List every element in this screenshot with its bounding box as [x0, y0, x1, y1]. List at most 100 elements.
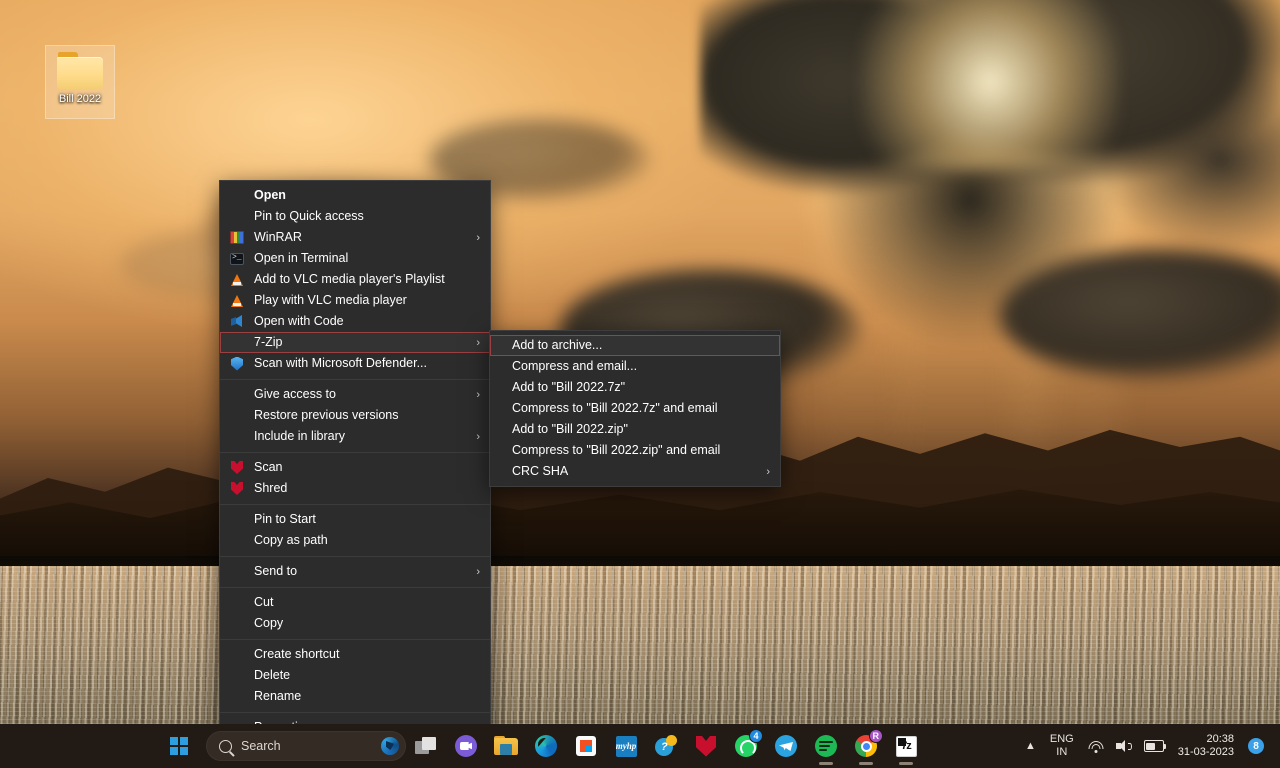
taskbar-icon-task-view[interactable]	[406, 724, 446, 768]
taskbar-icon-mcafee[interactable]	[686, 724, 726, 768]
menu-item-icon-slot	[228, 481, 246, 497]
menu-separator	[220, 639, 490, 640]
taskbar-icon-whatsapp[interactable]: 4	[726, 724, 766, 768]
menu-item-label: Create shortcut	[254, 647, 340, 662]
taskbar-app-icons: my hp ? 4 R 7z	[406, 724, 926, 768]
context-menu-item-cut[interactable]: Cut	[220, 592, 490, 613]
taskbar-icon-7-zip[interactable]: 7z	[886, 724, 926, 768]
context-menu-item-include-in-library[interactable]: Include in library ›	[220, 426, 490, 447]
network-button[interactable]	[1082, 724, 1110, 768]
context-menu-item-play-with-vlc-media-player[interactable]: Play with VLC media player	[220, 290, 490, 311]
menu-item-icon-slot	[228, 272, 246, 288]
taskbar-icon-google-chrome[interactable]: R	[846, 724, 886, 768]
context-menu-item-give-access-to[interactable]: Give access to ›	[220, 384, 490, 405]
desktop-icon-bill-2022[interactable]: Bill 2022	[45, 45, 115, 119]
taskbar-icon-hp-support-assistant[interactable]: ?	[646, 724, 686, 768]
language-line1: ENG	[1049, 733, 1074, 746]
context-menu-item-add-to-vlc-media-player-s-playlist[interactable]: Add to VLC media player's Playlist	[220, 269, 490, 290]
menu-item-icon-slot	[228, 314, 246, 330]
taskbar-icon-telegram[interactable]	[766, 724, 806, 768]
search-input[interactable]: Search	[206, 731, 406, 761]
context-menu-item-send-to[interactable]: Send to ›	[220, 561, 490, 582]
context-menu-item-7-zip[interactable]: 7-Zip ›	[220, 332, 490, 353]
context-menu-item-restore-previous-versions[interactable]: Restore previous versions	[220, 405, 490, 426]
volume-button[interactable]	[1110, 724, 1138, 768]
folder-icon	[57, 52, 103, 89]
menu-item-label: CRC SHA	[512, 464, 569, 479]
7zip-menu-item-compress-to-bill-2022-zip-and-email[interactable]: Compress to "Bill 2022.zip" and email	[490, 440, 780, 461]
menu-item-label: Copy as path	[254, 533, 328, 548]
context-menu-item-open-with-code[interactable]: Open with Code	[220, 311, 490, 332]
context-menu-item-pin-to-start[interactable]: Pin to Start	[220, 509, 490, 530]
clock[interactable]: 20:38 31-03-2023	[1170, 733, 1242, 759]
7zip-menu-item-add-to-archive[interactable]: Add to archive...	[490, 335, 780, 356]
battery-button[interactable]	[1138, 724, 1170, 768]
mcafee-icon	[696, 735, 716, 757]
menu-item-icon-slot	[228, 647, 246, 663]
7zip-menu-item-crc-sha[interactable]: CRC SHA ›	[490, 461, 780, 482]
language-line2: IN	[1056, 746, 1068, 758]
7zip-menu-item-compress-to-bill-2022-7z-and-email[interactable]: Compress to "Bill 2022.7z" and email	[490, 398, 780, 419]
menu-item-icon-slot	[228, 293, 246, 309]
desktop-icon-label: Bill 2022	[58, 93, 102, 105]
context-menu-item-winrar[interactable]: WinRAR ›	[220, 227, 490, 248]
context-menu-item-rename[interactable]: Rename	[220, 686, 490, 707]
search-placeholder: Search	[241, 739, 281, 753]
taskbar-icon-microsoft-edge[interactable]	[526, 724, 566, 768]
menu-item-icon-slot	[228, 460, 246, 476]
menu-item-icon-slot	[228, 408, 246, 424]
menu-item-label: Add to archive...	[512, 338, 603, 353]
wifi-icon	[1088, 740, 1104, 753]
context-menu-item-delete[interactable]: Delete	[220, 665, 490, 686]
menu-item-icon-slot	[228, 230, 246, 246]
7zip-submenu[interactable]: Add to archive... Compress and email... Ad…	[489, 330, 781, 487]
context-menu-item-copy-as-path[interactable]: Copy as path	[220, 530, 490, 551]
taskbar-icon-file-explorer[interactable]	[486, 724, 526, 768]
running-indicator	[819, 762, 833, 765]
context-menu[interactable]: Open Pin to Quick access WinRAR › Open in Te…	[219, 180, 491, 743]
context-menu-item-pin-to-quick-access[interactable]: Pin to Quick access	[220, 206, 490, 227]
menu-item-label: Include in library	[254, 429, 346, 444]
menu-item-icon-slot	[228, 595, 246, 611]
taskbar-icon-microsoft-teams[interactable]	[446, 724, 486, 768]
menu-item-label: Add to VLC media player's Playlist	[254, 272, 445, 287]
battery-icon	[1143, 740, 1167, 752]
vlc-icon	[231, 294, 243, 307]
menu-item-label: Restore previous versions	[254, 408, 399, 423]
menu-separator	[220, 379, 490, 380]
copilot-icon[interactable]	[381, 737, 399, 755]
taskbar-icon-microsoft-store[interactable]	[566, 724, 606, 768]
search-icon	[219, 739, 232, 753]
hp-support-icon: ?	[655, 735, 677, 757]
menu-item-label: Open with Code	[254, 314, 344, 329]
context-menu-item-create-shortcut[interactable]: Create shortcut	[220, 644, 490, 665]
context-menu-item-scan[interactable]: Scan	[220, 457, 490, 478]
context-menu-item-shred[interactable]: Shred	[220, 478, 490, 499]
chrome-badge: R	[868, 729, 883, 743]
show-hidden-icons-button[interactable]: ▲	[1019, 724, 1042, 768]
taskbar: Search my hp ? 4 R 7z ▲ ENG IN 20:38 31-…	[0, 724, 1280, 768]
menu-separator	[220, 712, 490, 713]
menu-item-label: 7-Zip	[254, 335, 283, 350]
context-menu-item-open[interactable]: Open	[220, 185, 490, 206]
vlc-icon	[231, 273, 243, 286]
menu-item-label: Delete	[254, 668, 291, 683]
desktop-screen: Bill 2022 Open Pin to Quick access WinRAR ›…	[0, 0, 1280, 768]
7zip-menu-item-add-to-bill-2022-zip[interactable]: Add to "Bill 2022.zip"	[490, 419, 780, 440]
context-menu-item-open-in-terminal[interactable]: Open in Terminal	[220, 248, 490, 269]
menu-item-label: Add to "Bill 2022.zip"	[512, 422, 628, 437]
menu-item-label: WinRAR	[254, 230, 302, 245]
7zip-menu-item-compress-and-email[interactable]: Compress and email...	[490, 356, 780, 377]
defender-shield-icon	[231, 356, 243, 371]
language-indicator[interactable]: ENG IN	[1042, 733, 1082, 758]
taskbar-icon-spotify[interactable]	[806, 724, 846, 768]
menu-item-label: Send to	[254, 564, 298, 579]
taskbar-icon-myhp[interactable]: my hp	[606, 724, 646, 768]
chevron-right-icon: ›	[766, 465, 770, 478]
chevron-right-icon: ›	[476, 565, 480, 578]
context-menu-item-scan-with-microsoft-defender[interactable]: Scan with Microsoft Defender...	[220, 353, 490, 374]
notification-center-button[interactable]: 8	[1242, 724, 1270, 768]
context-menu-item-copy[interactable]: Copy	[220, 613, 490, 634]
start-button[interactable]	[164, 731, 194, 761]
7zip-menu-item-add-to-bill-2022-7z[interactable]: Add to "Bill 2022.7z"	[490, 377, 780, 398]
